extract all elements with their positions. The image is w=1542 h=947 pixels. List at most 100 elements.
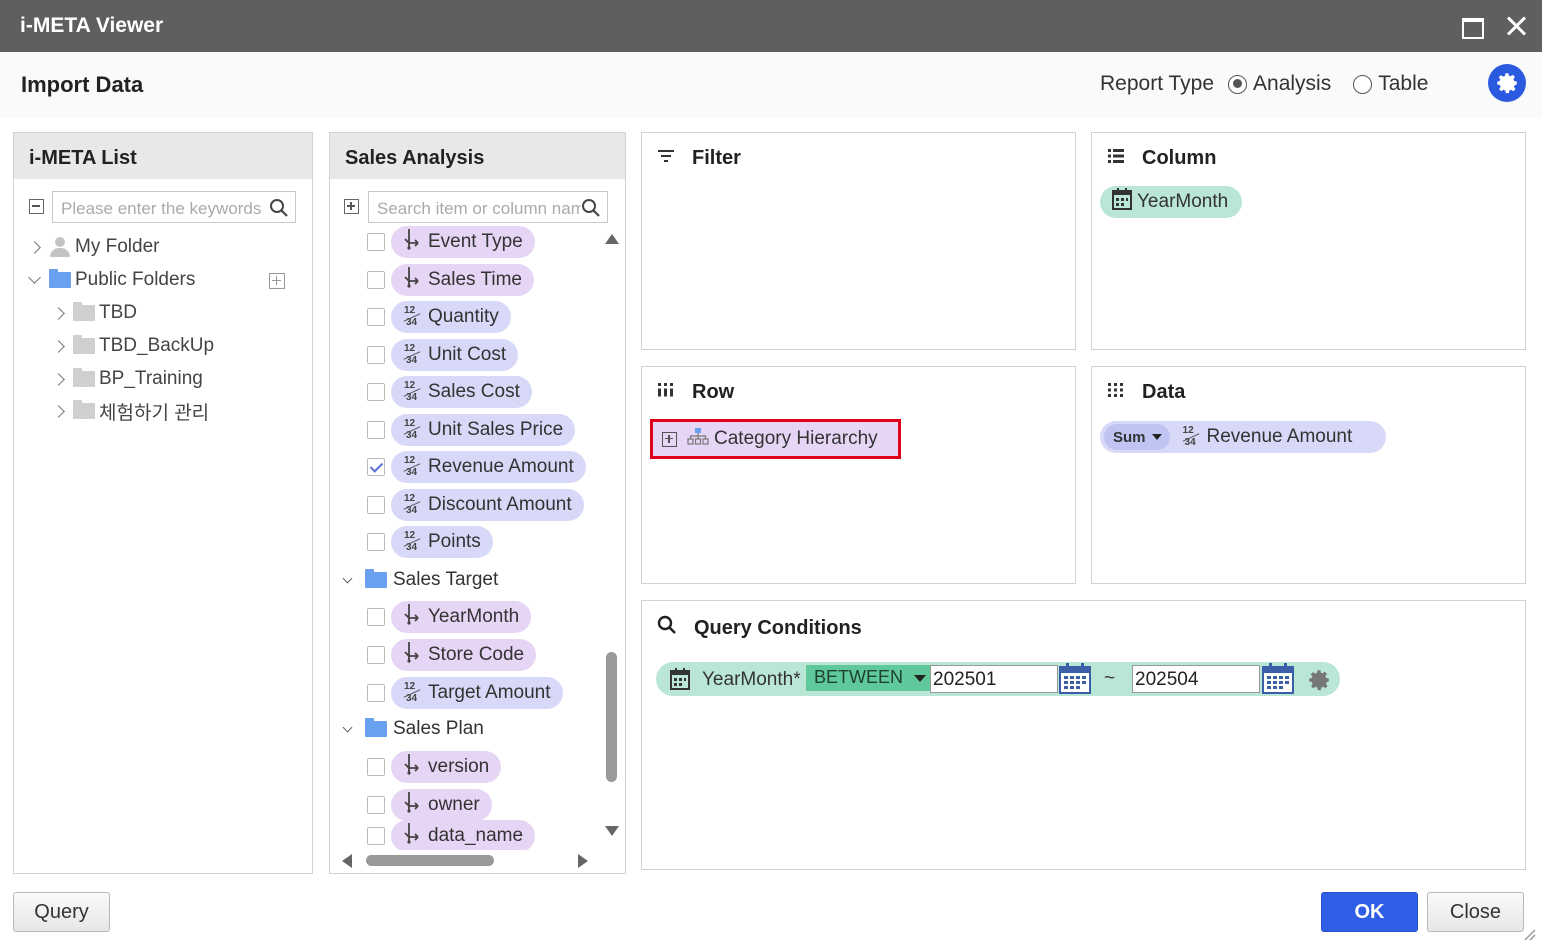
condition-gear-icon[interactable] — [1306, 667, 1332, 698]
item-checkbox[interactable] — [367, 758, 385, 776]
from-date-input[interactable]: 202501 — [930, 665, 1058, 693]
range-separator: ~ — [1104, 668, 1116, 689]
column-header: Column — [1107, 147, 1216, 170]
scroll-thumb[interactable] — [366, 855, 494, 866]
scroll-down-icon[interactable] — [605, 826, 619, 836]
item-checkbox[interactable] — [367, 271, 385, 289]
numeric-icon: 12 34 — [403, 455, 423, 479]
filter-icon — [657, 147, 675, 170]
to-calendar-icon[interactable] — [1261, 662, 1295, 696]
horizontal-scrollbar[interactable] — [340, 850, 590, 870]
folder-icon — [365, 718, 387, 737]
filter-zone[interactable]: Filter — [641, 132, 1076, 350]
numeric-icon: 12 34 — [403, 305, 423, 329]
item-label: Discount Amount — [428, 494, 572, 515]
close-button[interactable]: Close — [1427, 892, 1524, 932]
item-checkbox[interactable] — [367, 827, 385, 845]
item-label: Revenue Amount — [428, 456, 574, 477]
numeric-icon: 12 34 — [403, 530, 423, 554]
row-grid-icon — [657, 381, 675, 404]
dimension-icon — [403, 641, 423, 669]
scroll-left-icon[interactable] — [342, 854, 352, 868]
item-pill[interactable]: 12 34 Discount Amount — [391, 489, 584, 521]
item-pill[interactable]: owner — [391, 789, 492, 821]
aggregation-label: Sum — [1113, 428, 1146, 446]
operator-select[interactable]: BETWEEN — [806, 665, 932, 691]
item-checkbox[interactable] — [367, 346, 385, 364]
numeric-icon: 12 34 — [403, 380, 423, 404]
query-conditions-header: Query Conditions — [657, 615, 862, 641]
item-pill[interactable]: 12 34 Target Amount — [391, 677, 563, 709]
item-pill[interactable]: Event Type — [391, 226, 535, 258]
scroll-thumb[interactable] — [606, 652, 617, 782]
item-checkbox[interactable] — [367, 684, 385, 702]
item-pill[interactable]: Store Code — [391, 639, 537, 671]
row-header: Row — [657, 381, 734, 404]
numeric-icon: 12 34 — [403, 681, 423, 705]
column-field-pill[interactable]: YearMonth — [1100, 186, 1243, 218]
query-conditions-zone: Query Conditions — [641, 600, 1526, 870]
column-title: Column — [1142, 147, 1217, 169]
item-label: Sales Time — [428, 269, 522, 290]
caret-down-icon[interactable] — [914, 675, 926, 682]
from-calendar-icon[interactable] — [1058, 662, 1092, 696]
item-checkbox[interactable] — [367, 308, 385, 326]
item-checkbox[interactable] — [367, 421, 385, 439]
data-dots-icon — [1107, 381, 1125, 404]
item-pill[interactable]: Sales Time — [391, 264, 534, 296]
item-pill[interactable]: YearMonth — [391, 601, 532, 633]
item-checkbox[interactable] — [367, 796, 385, 814]
item-pill[interactable]: 12 34 Revenue Amount — [391, 451, 586, 483]
item-label: Event Type — [428, 231, 523, 252]
scroll-up-icon[interactable] — [605, 234, 619, 244]
group-sales-plan[interactable]: Sales Plan — [342, 715, 484, 743]
item-pill[interactable]: 12 34 Points — [391, 526, 493, 558]
aggregation-select[interactable]: Sum — [1104, 424, 1170, 450]
dimension-icon — [403, 822, 423, 850]
row-title: Row — [692, 381, 735, 403]
numeric-icon: 12 34 — [1182, 425, 1202, 449]
item-pill[interactable]: 12 34 Quantity — [391, 301, 511, 333]
item-checkbox[interactable] — [367, 233, 385, 251]
filter-header: Filter — [657, 147, 741, 170]
column-zone[interactable]: Column — [1091, 132, 1526, 350]
numeric-icon: 12 34 — [403, 418, 423, 442]
item-label: data_name — [428, 825, 524, 846]
chevron-down-icon[interactable] — [342, 722, 353, 732]
caret-down-icon[interactable] — [1151, 434, 1162, 440]
resize-grip-icon[interactable] — [1522, 927, 1536, 941]
item-pill[interactable]: 12 34 Sales Cost — [391, 376, 532, 408]
item-label: Sales Cost — [428, 381, 520, 402]
dimension-icon — [403, 266, 423, 294]
item-pill[interactable]: 12 34 Unit Cost — [391, 339, 519, 371]
item-checkbox[interactable] — [367, 496, 385, 514]
item-pill[interactable]: 12 34 Unit Sales Price — [391, 414, 576, 446]
chevron-down-icon[interactable] — [342, 573, 353, 583]
item-checkbox[interactable] — [367, 458, 385, 476]
item-checkbox[interactable] — [367, 608, 385, 626]
numeric-icon: 12 34 — [403, 343, 423, 367]
group-label: Sales Target — [393, 569, 499, 590]
item-label: YearMonth — [428, 606, 520, 627]
column-field-label: YearMonth — [1137, 191, 1229, 212]
folder-icon — [365, 569, 387, 588]
query-button[interactable]: Query — [13, 892, 110, 932]
item-pill[interactable]: data_name — [391, 820, 536, 850]
group-sales-target[interactable]: Sales Target — [342, 566, 498, 594]
item-checkbox[interactable] — [367, 646, 385, 664]
dimension-icon — [403, 791, 423, 819]
data-zone[interactable]: Data — [1091, 366, 1526, 584]
item-pill[interactable]: version — [391, 751, 502, 783]
row-zone[interactable]: Row — [641, 366, 1076, 584]
data-field-pill[interactable]: Sum 12 34 Revenue Amount — [1100, 421, 1386, 453]
data-header: Data — [1107, 381, 1185, 404]
scroll-right-icon[interactable] — [578, 854, 588, 868]
item-checkbox[interactable] — [367, 383, 385, 401]
group-label: Sales Plan — [393, 718, 484, 739]
item-checkbox[interactable] — [367, 533, 385, 551]
ok-button[interactable]: OK — [1321, 892, 1418, 932]
to-date-input[interactable]: 202504 — [1132, 665, 1260, 693]
item-label: Store Code — [428, 644, 525, 665]
dimension-icon — [403, 228, 423, 256]
vertical-scrollbar[interactable] — [604, 234, 619, 840]
